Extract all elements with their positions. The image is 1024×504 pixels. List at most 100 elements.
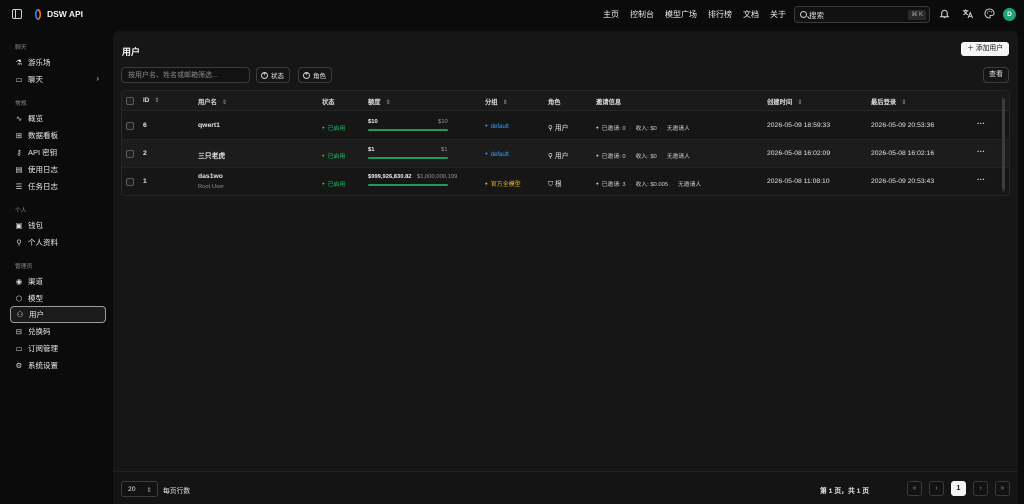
table-row[interactable]: 6 qwert1 已启用 $10 $10 default ⚲ 用户 已邀请: 0…: [122, 112, 1009, 140]
sidebar-item-playground[interactable]: ⚗ 游乐场: [10, 54, 106, 71]
table-row[interactable]: 1 das1wo Root User 已启用 $999,926,830.82 $…: [122, 168, 1009, 195]
last-page-icon[interactable]: »: [995, 481, 1010, 496]
scrollbar-thumb[interactable]: [1002, 99, 1005, 189]
plus-circle-icon: +: [303, 71, 310, 79]
col-username[interactable]: 用户名 ⇕: [198, 97, 227, 106]
group-badge: default: [485, 123, 509, 130]
sidebar-item-users[interactable]: ⚇ 用户: [10, 306, 106, 323]
next-page-icon[interactable]: ›: [973, 481, 988, 496]
nav-leaderboard[interactable]: 排行榜: [708, 9, 732, 20]
role-filter-button[interactable]: + 角色: [298, 67, 332, 83]
col-group[interactable]: 分组 ⇕: [485, 97, 508, 106]
filter-box[interactable]: [121, 67, 250, 83]
status-badge: 已启用: [322, 151, 345, 160]
cube-icon: ⬡: [15, 293, 23, 303]
table-scrollbar[interactable]: [1002, 97, 1005, 192]
users-icon: ⚇: [16, 309, 24, 319]
col-last-login[interactable]: 最后登录 ⇕: [871, 97, 906, 106]
sidebar-item-wallet[interactable]: ▣ 钱包: [10, 217, 106, 234]
sidebar-item-subscriptions[interactable]: ▭ 订阅管理: [10, 340, 106, 357]
activity-icon: ∿: [15, 113, 23, 123]
filter-input[interactable]: [122, 68, 249, 82]
gear-icon: ⚙: [15, 360, 23, 370]
sidebar-item-task-logs[interactable]: ☰ 任务日志: [10, 178, 106, 195]
separator: ·: [660, 154, 663, 160]
user-icon: ⚲: [16, 237, 22, 247]
more-actions-icon[interactable]: ···: [977, 119, 985, 128]
sidebar-item-label: 数据看板: [28, 131, 58, 140]
wallet-icon: ▣: [15, 220, 23, 230]
separator: ·: [629, 126, 632, 132]
sidebar-item-usage-logs[interactable]: ▤ 使用日志: [10, 161, 106, 178]
search-box[interactable]: ⌘ K: [794, 6, 930, 23]
income: 收入: $0: [635, 126, 657, 132]
sidebar-item-models[interactable]: ⬡ 模型: [10, 290, 106, 307]
sidebar-item-label: 系统设置: [28, 361, 58, 370]
view-options-button[interactable]: 查看: [983, 67, 1009, 83]
sidebar-item-overview[interactable]: ∿ 概览: [10, 110, 106, 127]
sidebar-item-dashboard[interactable]: ⊞ 数据看板: [10, 127, 106, 144]
bell-icon[interactable]: [938, 8, 950, 20]
more-actions-icon[interactable]: ···: [977, 147, 985, 156]
nav-console[interactable]: 控制台: [630, 9, 654, 20]
sidebar-item-channels[interactable]: ◉ 渠道: [10, 273, 106, 290]
sidebar-toggle-icon[interactable]: [12, 9, 22, 19]
separator: ·: [629, 182, 632, 188]
sort-icon: ⇕: [901, 100, 907, 106]
chevron-updown-icon: ⇕: [146, 486, 152, 494]
sort-icon: ⇕: [797, 100, 803, 106]
row-checkbox[interactable]: [126, 150, 134, 158]
sidebar-item-chat[interactable]: ▭ 聊天 ›: [10, 71, 106, 88]
app-title[interactable]: DSW API: [47, 9, 83, 19]
col-invite: 邀请信息: [596, 99, 622, 106]
search-input[interactable]: [809, 9, 899, 21]
col-id[interactable]: ID ⇕: [143, 97, 159, 104]
ticket-icon: ⊟: [15, 326, 23, 336]
shield-icon: ⛉: [548, 181, 555, 188]
prev-page-icon[interactable]: ‹: [929, 481, 944, 496]
cell-created: 2026-05-08 11:08:10: [767, 178, 830, 185]
cell-id: 2: [143, 150, 147, 157]
nav-home[interactable]: 主页: [603, 9, 619, 20]
sidebar-item-label: 使用日志: [28, 165, 58, 174]
main-panel: 用户 ＋ 添加用户 + 状态 + 角色 查看 ID ⇕ 用户名 ⇕ 状态 额度 ⇕ 分…: [113, 31, 1018, 504]
add-user-button[interactable]: ＋ 添加用户: [961, 42, 1009, 56]
col-group-label: 分组: [485, 99, 498, 106]
role-cell: ⛉ 根: [548, 178, 562, 189]
col-quota[interactable]: 额度 ⇕: [368, 97, 391, 106]
users-table: ID ⇕ 用户名 ⇕ 状态 额度 ⇕ 分组 ⇕ 角色 邀请信息 创建时间 ⇕ 最后登录 ⇕ …: [121, 90, 1010, 196]
nav-docs[interactable]: 文档: [743, 9, 759, 20]
cell-created: 2026-05-09 18:59:33: [767, 122, 831, 129]
invite-info: 已邀请: 3·收入: $0.005·无邀请人: [596, 179, 701, 188]
search-shortcut: ⌘ K: [908, 10, 926, 20]
add-user-label: 添加用户: [975, 45, 1003, 52]
sidebar-item-settings[interactable]: ⚙ 系统设置: [10, 357, 106, 374]
cell-username: 三只老虎: [198, 153, 226, 160]
sidebar-item-api-keys[interactable]: ⚷ API 密钥: [10, 144, 106, 161]
user-avatar[interactable]: D: [1003, 8, 1016, 21]
page-title: 用户: [122, 47, 141, 57]
nav-model-square[interactable]: 模型广场: [665, 9, 697, 20]
table-row[interactable]: 2 三只老虎 已启用 $1 $1 default ⚲ 用户 已邀请: 0·收入:…: [122, 140, 1009, 168]
more-actions-icon[interactable]: ···: [977, 175, 985, 184]
page-button-current[interactable]: 1: [951, 481, 966, 496]
translate-icon[interactable]: [961, 8, 973, 20]
sidebar-section-admin: 管理员: [15, 264, 33, 270]
status-filter-button[interactable]: + 状态: [256, 67, 290, 83]
list-icon: ☰: [15, 181, 23, 191]
sidebar-item-redeem-codes[interactable]: ⊟ 兑换码: [10, 323, 106, 340]
col-id-label: ID: [143, 97, 150, 104]
row-checkbox[interactable]: [126, 178, 134, 186]
signal-icon: ◉: [15, 276, 23, 286]
first-page-icon[interactable]: «: [907, 481, 922, 496]
palette-icon[interactable]: [983, 8, 995, 20]
sidebar-item-profile[interactable]: ⚲ 个人资料: [10, 234, 106, 251]
select-all-checkbox[interactable]: [126, 97, 134, 105]
col-created[interactable]: 创建时间 ⇕: [767, 97, 802, 106]
page-size-select[interactable]: 20 ⇕: [121, 481, 158, 497]
col-last-login-label: 最后登录: [871, 99, 897, 106]
sidebar: 聊天 ⚗ 游乐场 ▭ 聊天 › 常规 ∿ 概览 ⊞ 数据看板 ⚷ API 密钥 …: [0, 30, 112, 504]
row-checkbox[interactable]: [126, 122, 134, 130]
sort-icon: ⇕: [385, 100, 391, 106]
nav-about[interactable]: 关于: [770, 9, 786, 20]
